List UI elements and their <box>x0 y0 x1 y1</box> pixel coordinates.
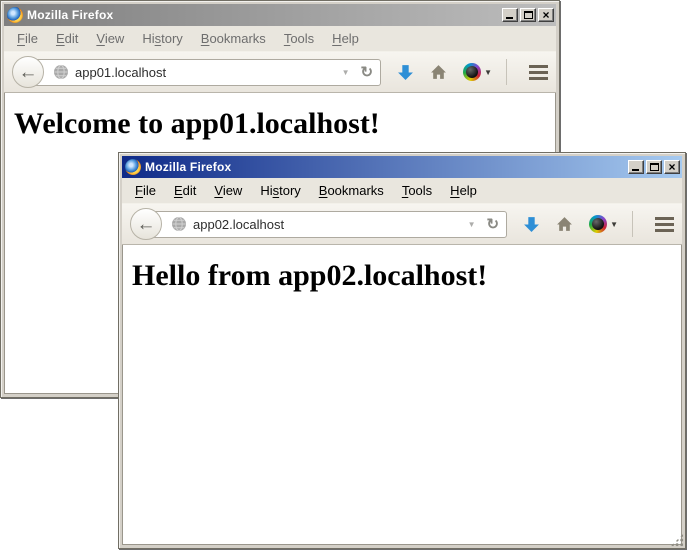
page-heading: Welcome to app01.localhost! <box>14 107 547 141</box>
maximize-button[interactable] <box>520 8 536 22</box>
menu-tools[interactable]: Tools <box>393 180 441 201</box>
menu-bookmarks[interactable]: Bookmarks <box>310 180 393 201</box>
minimize-icon <box>506 17 513 19</box>
menu-file[interactable]: File <box>126 180 165 201</box>
home-icon <box>430 64 447 81</box>
page-content-app02: Hello from app02.localhost! <box>122 245 682 545</box>
reload-icon[interactable]: ↻ <box>485 217 500 232</box>
hamburger-icon <box>655 217 674 232</box>
toolbar-separator <box>632 211 633 237</box>
maximize-icon <box>524 11 533 19</box>
menu-view[interactable]: View <box>205 180 251 201</box>
window-title: Mozilla Firefox <box>27 8 498 22</box>
menu-help[interactable]: Help <box>441 180 486 201</box>
addon-button[interactable]: ▼ <box>463 63 492 81</box>
menu-tools[interactable]: Tools <box>275 28 323 49</box>
open-menu-button[interactable] <box>655 217 674 232</box>
back-button[interactable]: ← <box>130 208 162 240</box>
url-dropdown-icon[interactable]: ▼ <box>339 68 353 77</box>
url-text[interactable]: app02.localhost <box>193 217 459 232</box>
titlebar[interactable]: Mozilla Firefox × <box>122 156 682 178</box>
hamburger-icon <box>529 65 548 80</box>
menu-history[interactable]: History <box>133 28 191 49</box>
caret-down-icon: ▼ <box>610 220 618 229</box>
menu-bar: File Edit View History Bookmarks Tools H… <box>122 178 682 203</box>
url-bar[interactable]: app01.localhost ▼ ↻ <box>30 59 381 86</box>
url-text[interactable]: app01.localhost <box>75 65 333 80</box>
downloads-button[interactable] <box>523 216 540 233</box>
back-button[interactable]: ← <box>12 56 44 88</box>
window-controls: × <box>502 8 554 22</box>
close-button[interactable]: × <box>664 160 680 174</box>
titlebar[interactable]: Mozilla Firefox × <box>4 4 556 26</box>
desktop: Mozilla Firefox × File Edit View History… <box>0 0 688 551</box>
color-wheel-icon <box>463 63 481 81</box>
menu-edit[interactable]: Edit <box>47 28 87 49</box>
addon-button[interactable]: ▼ <box>589 215 618 233</box>
reload-icon[interactable]: ↻ <box>359 65 374 80</box>
home-button[interactable] <box>430 64 447 81</box>
menu-bar: File Edit View History Bookmarks Tools H… <box>4 26 556 51</box>
browser-window-app02: Mozilla Firefox × File Edit View History… <box>118 152 686 549</box>
firefox-logo-icon <box>7 7 23 23</box>
home-button[interactable] <box>556 216 573 233</box>
back-arrow-icon: ← <box>137 215 156 234</box>
toolbar-separator <box>506 59 507 85</box>
download-arrow-icon <box>523 216 540 233</box>
window-controls: × <box>628 160 680 174</box>
url-bar[interactable]: app02.localhost ▼ ↻ <box>148 211 507 238</box>
menu-help[interactable]: Help <box>323 28 368 49</box>
minimize-button[interactable] <box>502 8 518 22</box>
page-heading: Hello from app02.localhost! <box>132 259 673 293</box>
close-button[interactable]: × <box>538 8 554 22</box>
color-wheel-icon <box>589 215 607 233</box>
maximize-icon <box>650 163 659 171</box>
url-dropdown-icon[interactable]: ▼ <box>465 220 479 229</box>
menu-file[interactable]: File <box>8 28 47 49</box>
maximize-button[interactable] <box>646 160 662 174</box>
caret-down-icon: ▼ <box>484 68 492 77</box>
download-arrow-icon <box>397 64 414 81</box>
window-title: Mozilla Firefox <box>145 160 624 174</box>
navigation-toolbar: ← app02.localhost ▼ ↻ ▼ <box>122 203 682 245</box>
menu-history[interactable]: History <box>251 180 309 201</box>
open-menu-button[interactable] <box>529 65 548 80</box>
firefox-logo-icon <box>125 159 141 175</box>
globe-icon[interactable] <box>171 216 187 232</box>
globe-icon[interactable] <box>53 64 69 80</box>
minimize-icon <box>632 169 639 171</box>
close-icon: × <box>542 10 549 20</box>
menu-edit[interactable]: Edit <box>165 180 205 201</box>
back-arrow-icon: ← <box>19 63 38 82</box>
menu-view[interactable]: View <box>87 28 133 49</box>
menu-bookmarks[interactable]: Bookmarks <box>192 28 275 49</box>
downloads-button[interactable] <box>397 64 414 81</box>
navigation-toolbar: ← app01.localhost ▼ ↻ ▼ <box>4 51 556 93</box>
close-icon: × <box>668 162 675 172</box>
home-icon <box>556 216 573 233</box>
minimize-button[interactable] <box>628 160 644 174</box>
